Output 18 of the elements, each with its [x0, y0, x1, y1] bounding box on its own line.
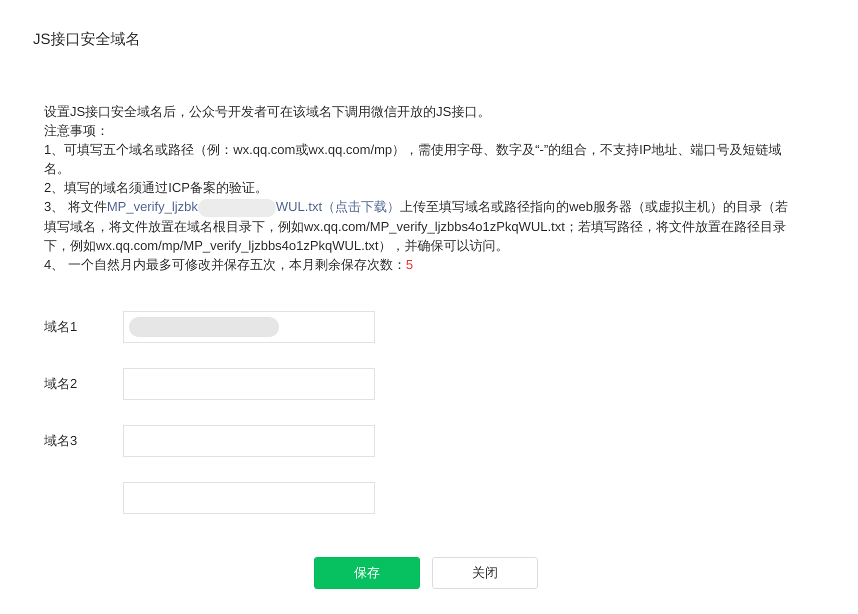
close-button[interactable]: 关闭 — [432, 557, 538, 589]
intro-text: 设置JS接口安全域名后，公众号开发者可在该域名下调用微信开放的JS接口。 — [44, 103, 492, 121]
note-text: 1、可填写五个域名或路径（例：wx.qq.com或wx.qq.com/mp），需使用字母、数字及“-”的组合，不支持IP地址、端口号及短链域名。 — [44, 141, 782, 178]
file-link[interactable]: WUL.txt（点击下载） — [276, 199, 400, 214]
field-label: 域名2 — [44, 376, 78, 391]
field-label: 域名3 — [44, 432, 78, 448]
domain-input-field[interactable] — [123, 368, 375, 400]
dialog-title: JS接口安全域名 — [33, 30, 141, 50]
domain-input-field[interactable] — [123, 424, 375, 457]
domain-input-field[interactable] — [123, 310, 375, 343]
note-text: 4、 一个自然月内最多可修改并保存五次，本月剩余保存次数： — [44, 256, 406, 272]
field-label: 域名1 — [44, 318, 78, 334]
note-text: 2、填写的域名须通过ICP备案的验证。 — [44, 179, 269, 197]
remaining-count: 5 — [406, 256, 414, 272]
domain-input-field[interactable] — [123, 482, 375, 514]
notes-heading: 注意事项： — [44, 122, 110, 140]
file-link[interactable]: MP_verify_ljzbk — [106, 199, 198, 214]
note-text: 3、 将文件MP_verify_ljzbk WUL.txt（点击下载）上传至填写域名或路径指向的web服务器（或虚拟主机）的目录（若填写域名，将文件放置在域名根目录下，例如wx.qq.com/MP_verify_ljzbbs4o1zPkqWUL.txt；若填写路径，将文件放置在路径目录下，例如wx.qq.com/mp/MP_verify_ljzbbs4o1zPkqWUL.txt），并确保可以访问。 — [44, 198, 789, 255]
